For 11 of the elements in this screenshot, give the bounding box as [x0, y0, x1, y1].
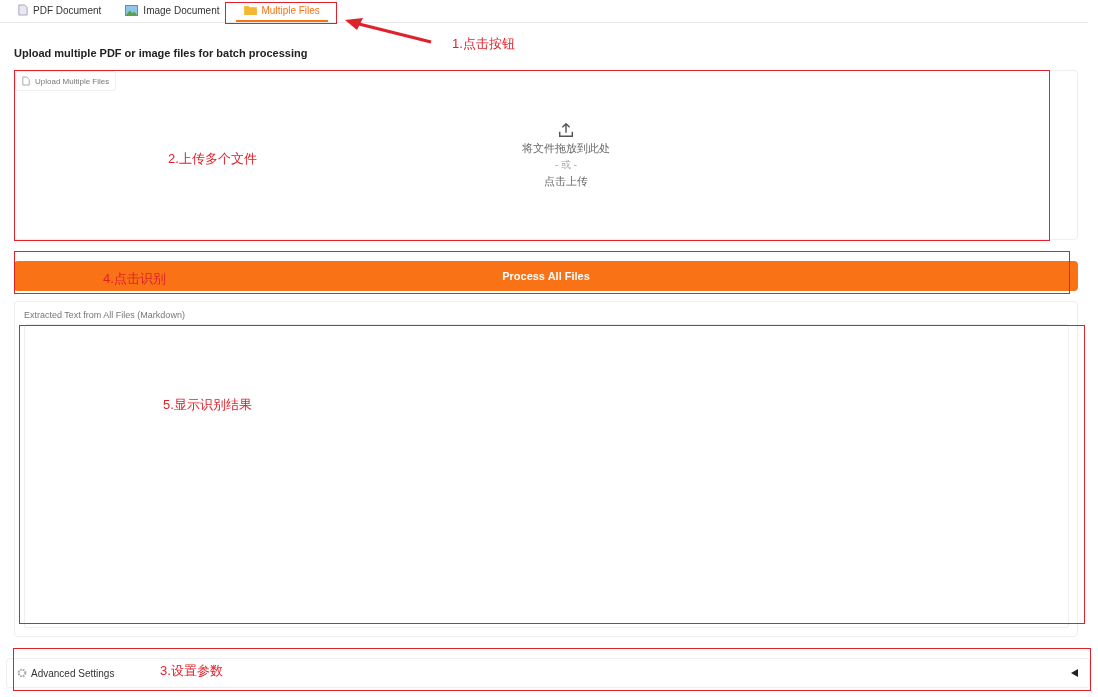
drop-text: 将文件拖放到此处	[522, 141, 610, 156]
annotation-text: 3.设置参数	[160, 662, 223, 680]
annotation-text: 4.点击识别	[103, 270, 166, 288]
or-text: - 或 -	[554, 158, 578, 172]
section-heading: Upload multiple PDF or image files for batch processing	[14, 47, 309, 59]
upload-label: Upload Multiple Files	[15, 71, 117, 91]
click-upload-text: 点击上传	[544, 174, 588, 189]
annotation-text: 1.点击按钮	[452, 35, 515, 53]
annotation-text: 2.上传多个文件	[168, 150, 257, 168]
annotation-text: 5.显示识别结果	[163, 396, 252, 414]
output-label: Extracted Text from All Files (Markdown)	[24, 310, 186, 320]
